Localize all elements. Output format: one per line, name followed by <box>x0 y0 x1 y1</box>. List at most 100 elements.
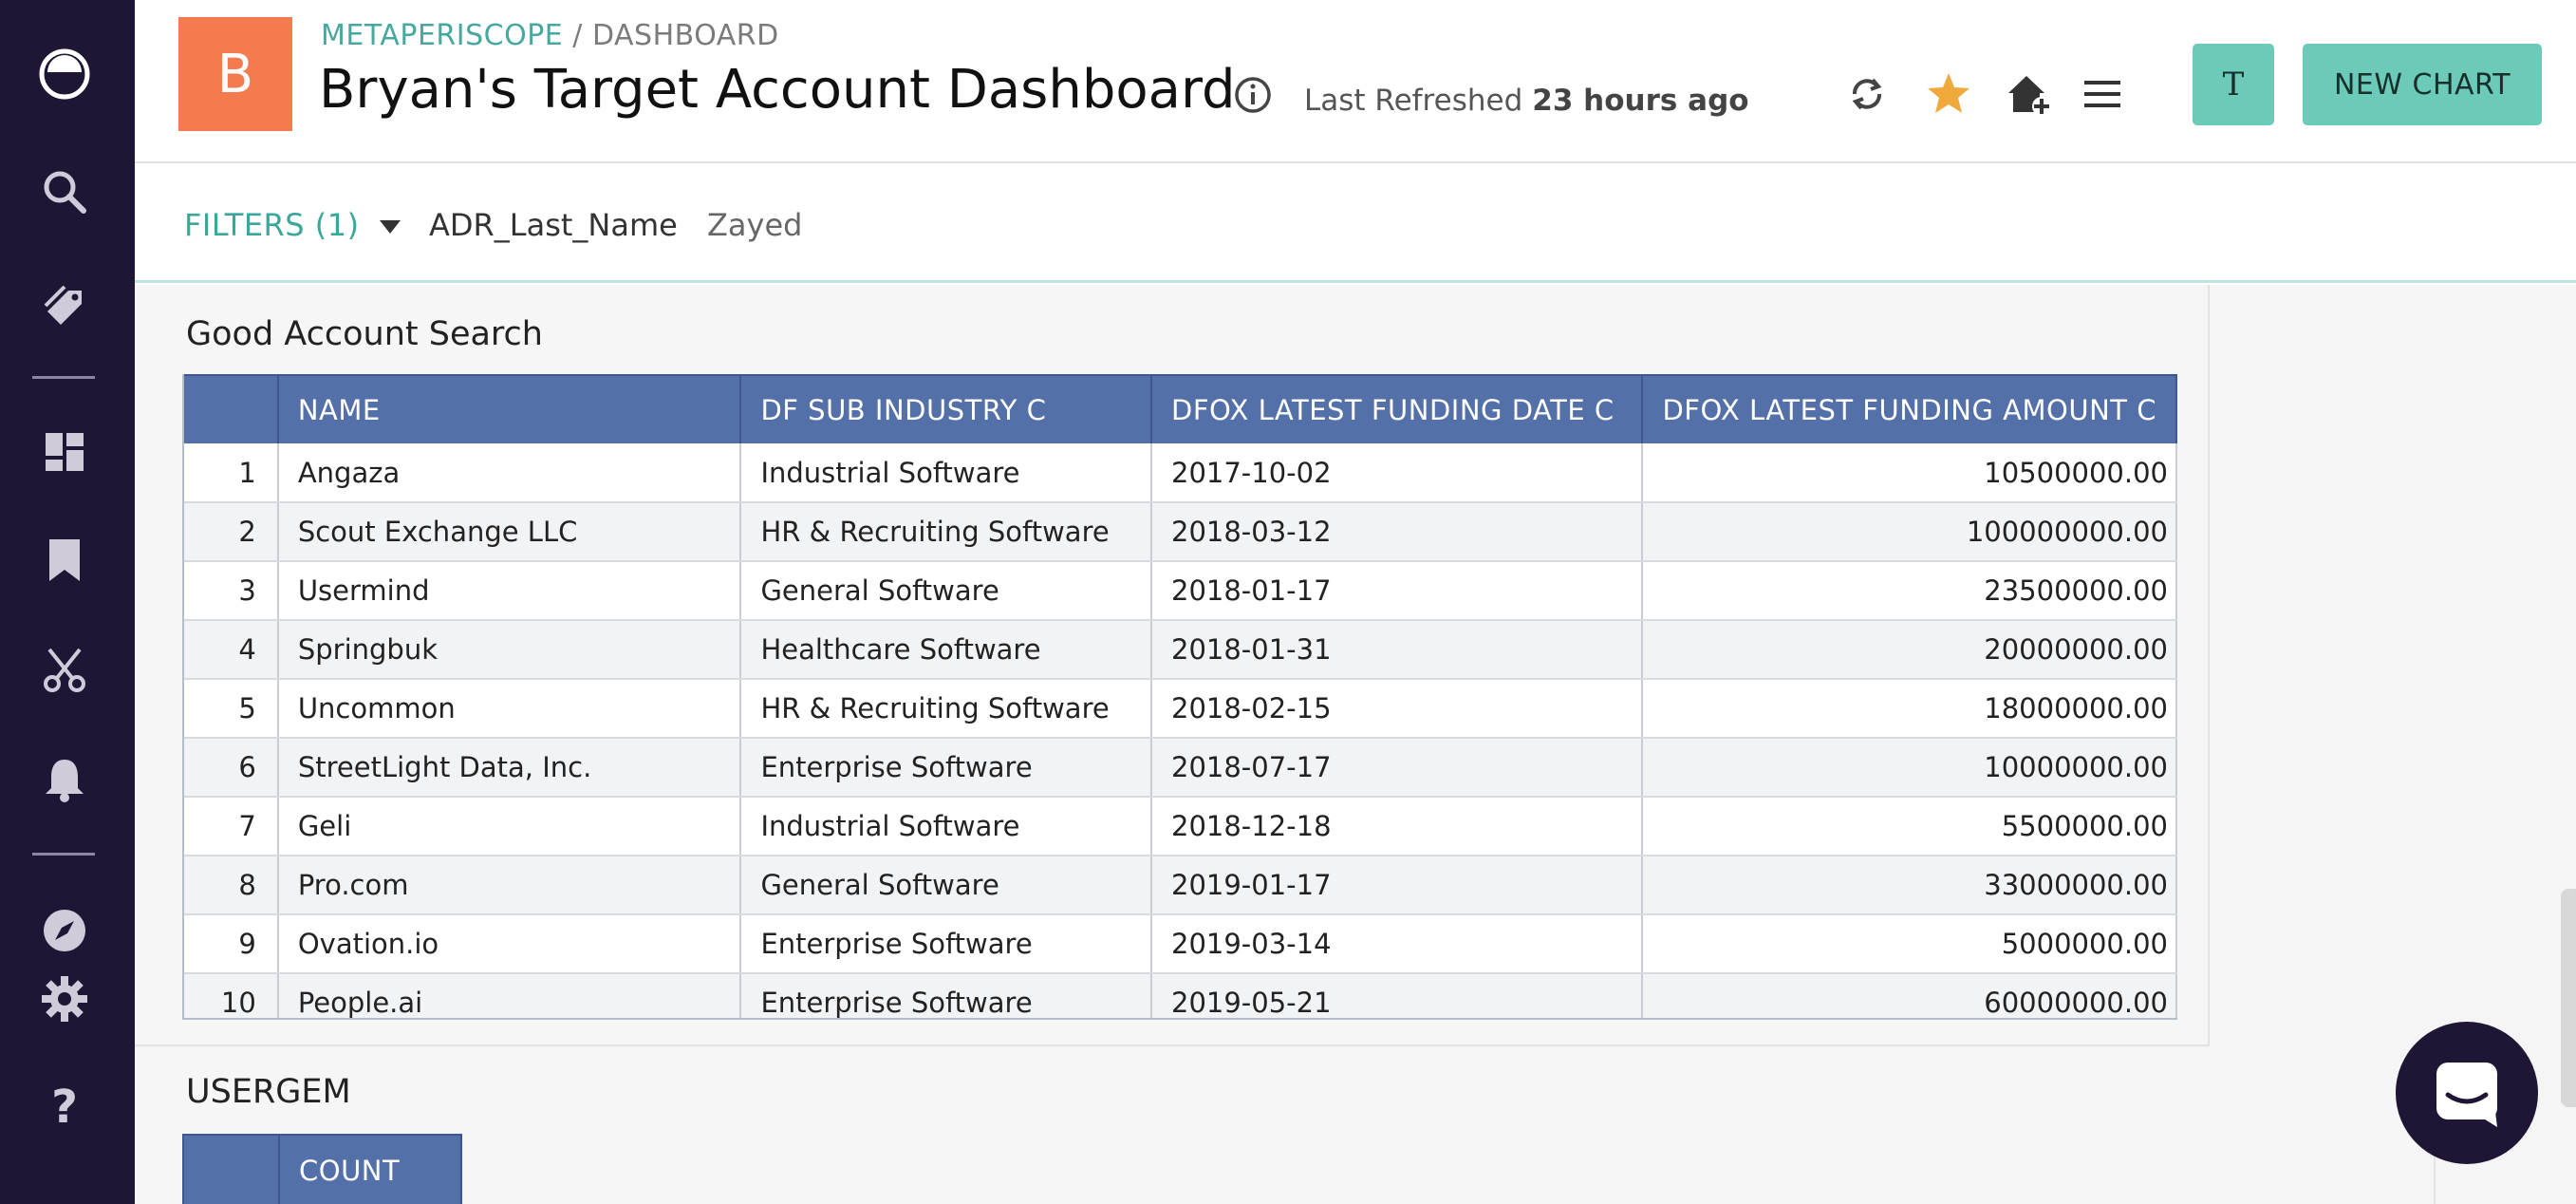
breadcrumb-org-link[interactable]: METAPERISCOPE <box>321 19 563 52</box>
usergem-table-area: COUNT <box>182 1134 462 1204</box>
gear-icon[interactable] <box>34 969 95 1029</box>
dashboard-grid-icon[interactable] <box>34 422 95 482</box>
cell-sub-industry: HR & Recruiting Software <box>740 679 1152 739</box>
dashboard-header: B METAPERISCOPE / DASHBOARD Bryan's Targ… <box>135 0 2576 163</box>
home-add-icon[interactable] <box>2003 68 2054 120</box>
sidebar: ? <box>0 0 135 1204</box>
help-icon[interactable]: ? <box>34 1075 95 1136</box>
cell-funding-date: 2018-02-15 <box>1151 679 1644 739</box>
new-chart-button[interactable]: NEW CHART <box>2303 44 2542 125</box>
page-title: Bryan's Target Account Dashboard <box>319 59 1236 121</box>
cell-row-index: 10 <box>184 973 279 1018</box>
table-header-row: COUNT <box>184 1134 462 1204</box>
cell-sub-industry: Industrial Software <box>740 797 1152 856</box>
cell-row-index: 1 <box>184 443 279 503</box>
breadcrumb-page-link[interactable]: DASHBOARD <box>592 19 779 52</box>
filter-value[interactable]: Zayed <box>707 207 802 243</box>
cell-funding-amount: 20000000.00 <box>1642 620 2177 680</box>
cell-funding-amount: 10000000.00 <box>1642 738 2177 798</box>
column-header-count[interactable]: COUNT <box>279 1134 462 1204</box>
table-row[interactable]: 4 Springbuk Healthcare Software 2018-01-31 2… <box>184 620 2177 680</box>
cell-row-index: 3 <box>184 561 279 621</box>
table-scroll-area[interactable]: NAME DF SUB INDUSTRY C DFOX LATEST FUNDI… <box>182 374 2177 1020</box>
logo-icon[interactable] <box>34 44 95 104</box>
compass-icon[interactable] <box>34 900 95 961</box>
breadcrumb: METAPERISCOPE / DASHBOARD <box>321 19 779 52</box>
chart-widget-good-account-search[interactable]: Good Account Search NAME DF SUB INDUSTRY… <box>135 285 2210 1046</box>
column-header-funding-amount[interactable]: DFOX LATEST FUNDING AMOUNT C <box>1642 374 2177 443</box>
filter-name: ADR_Last_Name <box>429 207 678 243</box>
dashboard-logo: B <box>178 17 292 131</box>
cell-sub-industry: General Software <box>740 561 1152 621</box>
cell-account-name: Usermind <box>277 561 742 621</box>
cell-row-index: 6 <box>184 738 279 798</box>
cell-funding-amount: 10500000.00 <box>1642 443 2177 503</box>
usergem-table: COUNT <box>184 1134 462 1204</box>
sidebar-divider <box>32 376 95 379</box>
last-refreshed: Last Refreshed 23 hours ago <box>1304 84 1749 118</box>
user-avatar-button[interactable]: T <box>2193 44 2274 125</box>
tag-icon[interactable] <box>34 273 95 334</box>
cell-row-index: 9 <box>184 914 279 974</box>
table-row[interactable]: 7 Geli Industrial Software 2018-12-18 550000… <box>184 797 2177 856</box>
cell-funding-date: 2017-10-02 <box>1151 443 1644 503</box>
info-icon[interactable] <box>1232 74 1274 116</box>
chat-icon <box>2436 1063 2497 1127</box>
dashboard-canvas: Good Account Search NAME DF SUB INDUSTRY… <box>135 285 2576 1204</box>
chat-support-button[interactable] <box>2396 1022 2538 1164</box>
cell-account-name: Scout Exchange LLC <box>277 502 742 562</box>
cell-funding-amount: 60000000.00 <box>1642 973 2177 1018</box>
widget-title: Good Account Search <box>186 315 543 353</box>
table-body: 1 Angaza Industrial Software 2017-10-02 1050… <box>184 443 2177 1018</box>
column-header-index[interactable] <box>184 374 279 443</box>
cell-funding-date: 2019-01-17 <box>1151 856 1644 915</box>
table-row[interactable]: 5 Uncommon HR & Recruiting Software 2018-02… <box>184 679 2177 739</box>
filters-label: FILTERS <box>184 207 306 243</box>
caret-down-icon[interactable] <box>380 220 401 234</box>
cell-funding-date: 2019-05-21 <box>1151 973 1644 1018</box>
table-row[interactable]: 3 Usermind General Software 2018-01-17 23500… <box>184 561 2177 621</box>
cell-funding-date: 2019-03-14 <box>1151 914 1644 974</box>
table-row[interactable]: 1 Angaza Industrial Software 2017-10-02 1050… <box>184 443 2177 503</box>
app-window: ? B METAPERISCOPE / DASHBOARD Bryan's Ta… <box>0 0 2576 1204</box>
chart-widget-usergem[interactable]: USERGEM COUNT <box>135 1048 2436 1204</box>
table-row[interactable]: 6 StreetLight Data, Inc. Enterprise Softwa… <box>184 738 2177 798</box>
table-row[interactable]: 2 Scout Exchange LLC HR & Recruiting Softw… <box>184 502 2177 562</box>
cell-funding-amount: 23500000.00 <box>1642 561 2177 621</box>
search-icon[interactable] <box>34 161 95 222</box>
filters-count: (1) <box>314 207 360 243</box>
cell-account-name: Pro.com <box>277 856 742 915</box>
cell-account-name: Uncommon <box>277 679 742 739</box>
star-icon[interactable] <box>1923 68 1974 120</box>
bookmark-icon[interactable] <box>34 530 95 591</box>
table-row[interactable]: 10 People.ai Enterprise Software 2019-05-21… <box>184 973 2177 1018</box>
table-row[interactable]: 8 Pro.com General Software 2019-01-17 330000… <box>184 856 2177 915</box>
cell-account-name: StreetLight Data, Inc. <box>277 738 742 798</box>
cell-row-index: 4 <box>184 620 279 680</box>
cell-funding-amount: 5500000.00 <box>1642 797 2177 856</box>
cell-funding-amount: 18000000.00 <box>1642 679 2177 739</box>
svg-text:?: ? <box>51 1081 78 1132</box>
scissors-icon[interactable] <box>34 640 95 701</box>
cell-account-name: Angaza <box>277 443 742 503</box>
cell-sub-industry: Enterprise Software <box>740 914 1152 974</box>
refresh-icon[interactable] <box>1841 68 1893 120</box>
cell-row-index: 5 <box>184 679 279 739</box>
bell-icon[interactable] <box>34 748 95 809</box>
cell-funding-date: 2018-12-18 <box>1151 797 1644 856</box>
column-header-funding-date[interactable]: DFOX LATEST FUNDING DATE C <box>1151 374 1644 443</box>
cell-row-index: 2 <box>184 502 279 562</box>
cell-sub-industry: Industrial Software <box>740 443 1152 503</box>
cell-account-name: Springbuk <box>277 620 742 680</box>
column-header-name[interactable]: NAME <box>277 374 742 443</box>
table-header-row: NAME DF SUB INDUSTRY C DFOX LATEST FUNDI… <box>184 374 2177 443</box>
column-header-sub-industry[interactable]: DF SUB INDUSTRY C <box>740 374 1152 443</box>
column-header-index[interactable] <box>184 1134 280 1204</box>
menu-icon[interactable] <box>2077 68 2128 120</box>
cell-funding-date: 2018-03-12 <box>1151 502 1644 562</box>
table-row[interactable]: 9 Ovation.io Enterprise Software 2019-03-14… <box>184 914 2177 974</box>
cell-account-name: Ovation.io <box>277 914 742 974</box>
page-scrollbar-thumb[interactable] <box>2561 889 2576 1107</box>
cell-sub-industry: Enterprise Software <box>740 973 1152 1018</box>
filters-toggle[interactable]: FILTERS (1) <box>184 207 360 243</box>
